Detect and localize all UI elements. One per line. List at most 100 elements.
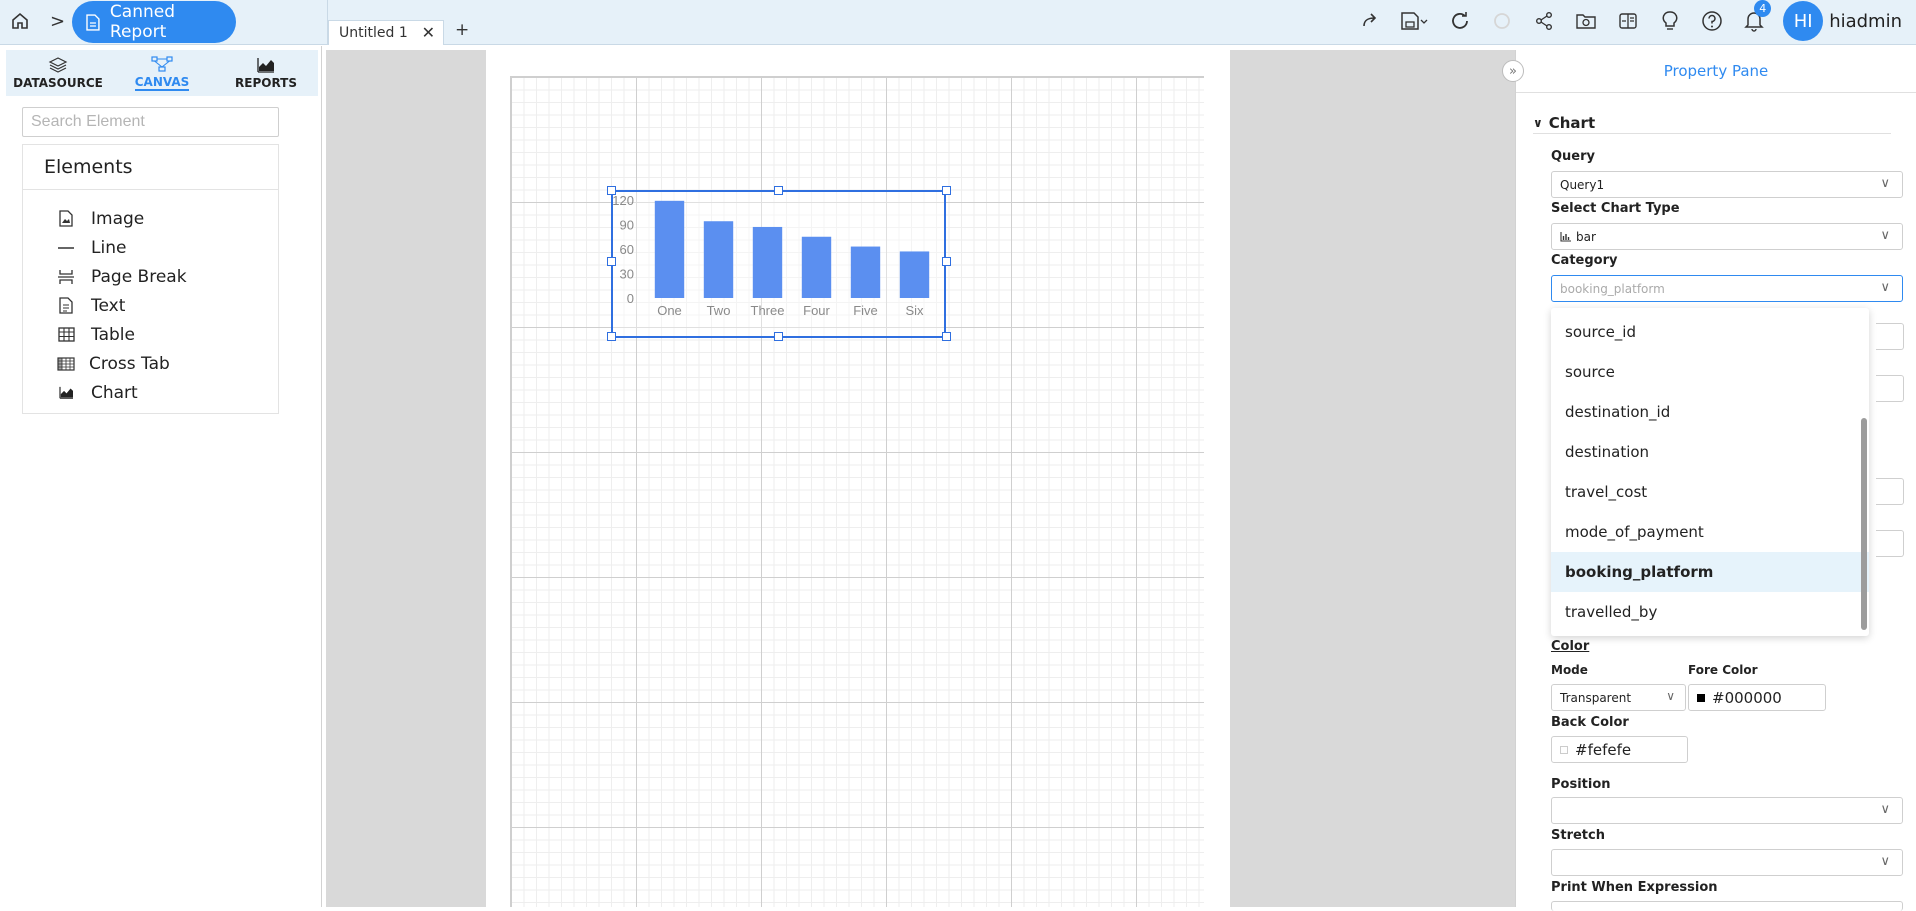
redo-icon [1363,13,1377,27]
loading-indicator [1481,0,1523,42]
elements-panel: Elements Image Line Page Break Text Tabl… [22,144,279,414]
chart-element[interactable]: 0 30 60 90 120 One Two Three Four Five Six [611,190,946,338]
dropdown-scrollbar[interactable] [1861,418,1867,630]
pane-title: Property Pane [1516,50,1916,93]
resize-handle[interactable] [607,332,616,341]
color-section-label[interactable]: Color [1551,639,1589,654]
search-input[interactable] [22,107,279,137]
mode-label: Mode [1551,663,1588,677]
home-button[interactable] [0,0,40,42]
left-panel-tabs: DATASOURCE CANVAS REPORTS [6,50,318,96]
print-when-label: Print When Expression [1551,880,1718,895]
chevron-down-icon: ∨ [1666,689,1675,703]
back-color-field[interactable]: #fefefe [1551,736,1688,763]
query-value: Query1 [1560,177,1605,192]
element-page-break[interactable]: Page Break [23,262,278,291]
position-select[interactable]: ∨ [1551,797,1903,824]
notifications-button[interactable]: 4 [1733,0,1775,42]
element-label: Page Break [91,266,187,287]
toolbar: 4 HI hiadmin [1349,0,1916,42]
element-label: Cross Tab [89,353,170,374]
user-name[interactable]: hiadmin [1829,11,1902,32]
hidden-field-edge [1876,530,1904,557]
hidden-field-edge [1876,478,1904,505]
dropdown-option[interactable]: source_id [1551,312,1869,352]
mode-select[interactable]: Transparent ∨ [1551,684,1686,711]
chart-type-select[interactable]: bar ∨ [1551,223,1903,250]
canvas-workspace: 0 30 60 90 120 One Two Three Four Five Six [326,50,1515,907]
refresh-button[interactable] [1439,0,1481,42]
breadcrumb-canned-report[interactable]: Canned Report [72,1,236,43]
dropdown-option-selected[interactable]: booking_platform [1551,552,1869,592]
stretch-select[interactable]: ∨ [1551,849,1903,876]
query-select[interactable]: Query1 ∨ [1551,171,1903,198]
element-cross-tab[interactable]: Cross Tab [23,349,278,378]
spinner-icon [1494,13,1511,29]
export-button[interactable] [1565,0,1607,42]
collapse-pane-button[interactable]: » [1502,60,1524,82]
element-chart[interactable]: Chart [23,378,278,407]
resize-handle[interactable] [942,257,951,266]
mode-value: Transparent [1560,690,1632,705]
category-select[interactable]: booking_platform ∨ [1551,275,1903,302]
tips-button[interactable] [1649,0,1691,42]
share-button[interactable] [1523,0,1565,42]
help-button[interactable] [1691,0,1733,42]
tab-label: REPORTS [235,75,297,90]
chart-icon [57,384,75,402]
query-label: Query [1551,149,1596,164]
element-label: Image [91,208,145,229]
resize-handle[interactable] [607,186,616,195]
element-line[interactable]: Line [23,233,278,262]
section-label: Chart [1548,113,1596,132]
reports-icon [257,57,274,73]
color-swatch [1560,745,1568,754]
dropdown-option[interactable]: travelled_by [1551,592,1869,632]
redo-button[interactable] [1349,0,1391,42]
tab-untitled-1[interactable]: Untitled 1 ✕ [328,20,444,45]
x-tick-label: Three [751,303,785,318]
resize-handle[interactable] [774,332,783,341]
layout-button[interactable] [1607,0,1649,42]
print-when-field[interactable] [1551,901,1903,911]
tab-reports[interactable]: REPORTS [214,50,318,96]
datasource-icon [48,56,68,73]
resize-handle[interactable] [942,186,951,195]
section-chart[interactable]: ∨ Chart [1533,112,1891,134]
avatar[interactable]: HI [1783,1,1824,41]
folder-camera-icon [1576,14,1596,29]
x-tick-label: Four [803,303,830,318]
resize-handle[interactable] [774,186,783,195]
dropdown-option[interactable]: destination [1551,432,1869,472]
dropdown-option[interactable]: destination_id [1551,392,1869,432]
bar-chart: 0 30 60 90 120 One Two Three Four Five Six [612,193,930,318]
tab-datasource[interactable]: DATASOURCE [6,50,110,96]
share-icon [1536,12,1553,30]
add-tab-button[interactable]: + [455,20,469,40]
report-page[interactable]: 0 30 60 90 120 One Two Three Four Five Six [486,50,1230,907]
resize-handle[interactable] [607,257,616,266]
dropdown-option[interactable]: source [1551,352,1869,392]
stretch-label: Stretch [1551,828,1605,843]
element-table[interactable]: Table [23,320,278,349]
close-icon[interactable]: ✕ [422,23,435,42]
dropdown-option[interactable]: mode_of_payment [1551,512,1869,552]
dropdown-option[interactable]: travel_cost [1551,472,1869,512]
resize-handle[interactable] [942,332,951,341]
chart-type-value: bar [1576,229,1596,244]
tab-canvas[interactable]: CANVAS [110,50,214,96]
save-button[interactable] [1391,0,1439,42]
element-image[interactable]: Image [23,204,278,233]
element-label: Chart [91,382,138,403]
fore-color-field[interactable]: #000000 [1688,684,1826,711]
chevron-down-icon: ∨ [1880,176,1890,191]
bar [801,236,832,298]
element-text[interactable]: Text [23,291,278,320]
text-icon [57,297,75,315]
refresh-icon [1452,12,1469,29]
chevron-down-icon: ∨ [1880,228,1890,243]
x-tick-label: Two [707,303,731,318]
lightbulb-icon [1662,11,1678,30]
bar [752,226,783,298]
chevron-down-icon: ∨ [1880,280,1890,295]
